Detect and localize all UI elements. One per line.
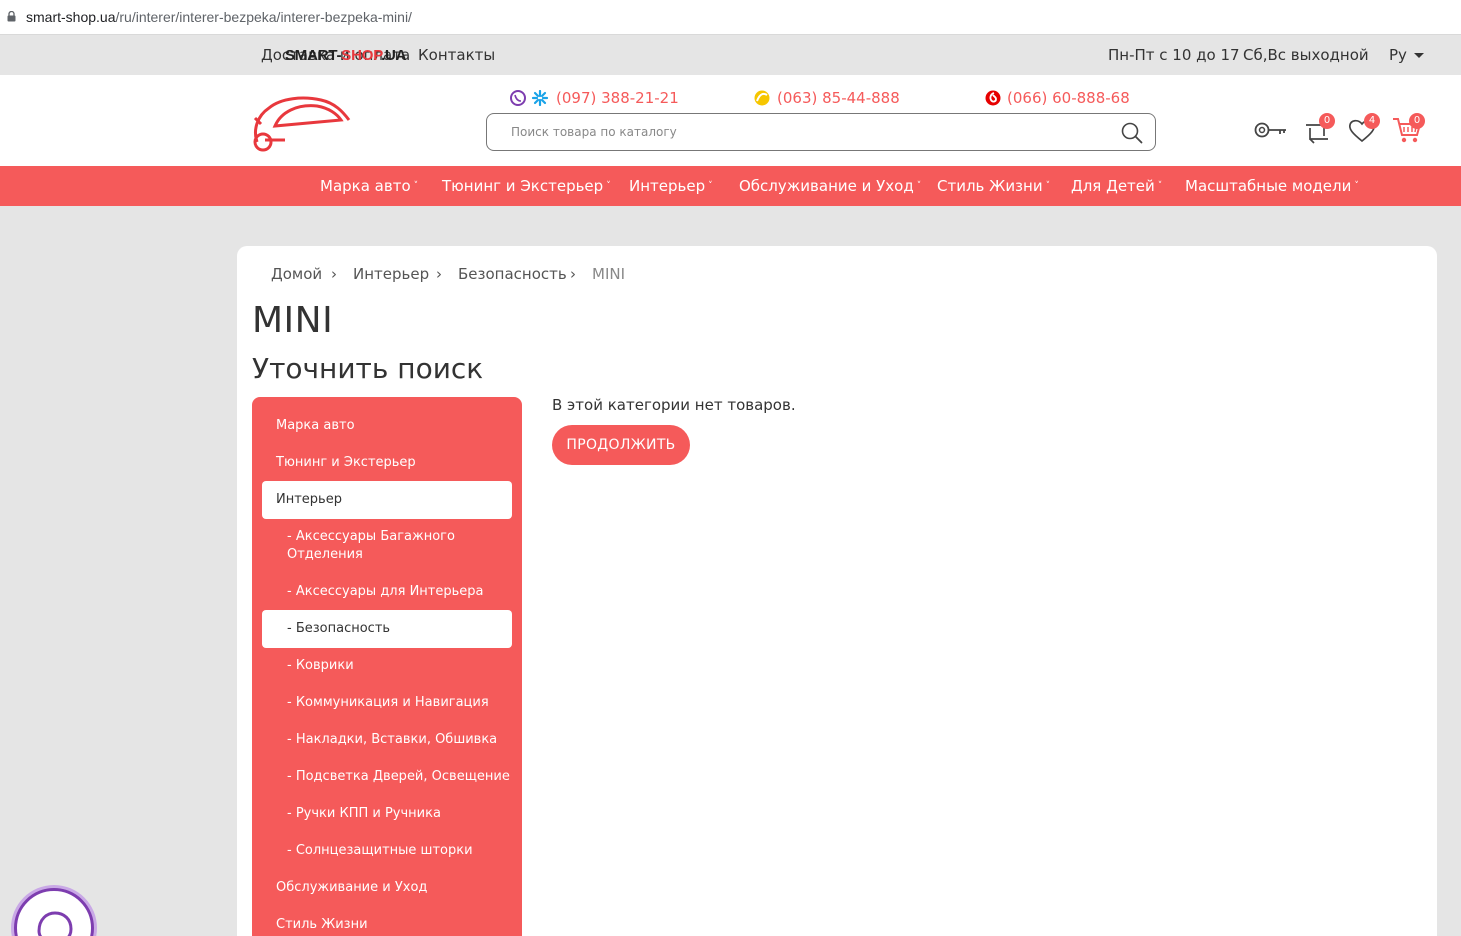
sidebar-item-safety[interactable]: - Безопасность: [262, 610, 512, 648]
breadcrumb-separator: ›: [331, 265, 337, 283]
contacts-link[interactable]: Контакты: [418, 46, 495, 64]
sidebar-item-interior[interactable]: Интерьер: [262, 481, 512, 519]
logo-text[interactable]: SMART-SHOP.UA: [285, 47, 407, 64]
nav-item-lifestyle[interactable]: Стиль Жизни ˅: [937, 177, 1050, 195]
nav-item-label: Масштабные модели: [1185, 177, 1352, 195]
nav-item-label: Для Детей: [1071, 177, 1155, 195]
phone-number-1: (097) 388-21-21: [556, 89, 679, 107]
vodafone-icon: [985, 90, 1001, 110]
main-nav: Марка авто ˅ Тюнинг и Экстерьер ˅ Интерьер…: [0, 166, 1461, 206]
url-domain: smart-shop.ua: [26, 9, 116, 25]
phone-vodafone[interactable]: (066) 60-888-68: [985, 89, 1130, 110]
sidebar-item-brand[interactable]: Марка авто: [262, 417, 512, 435]
lock-icon: [7, 11, 16, 22]
chevron-down-icon: ˅: [1045, 181, 1051, 191]
nav-item-kids[interactable]: Для Детей ˅: [1071, 177, 1162, 195]
chevron-down-icon: ˅: [1157, 181, 1163, 191]
wishlist-count-badge: 4: [1364, 113, 1380, 129]
continue-button[interactable]: ПРОДОЛЖИТЬ: [552, 425, 690, 465]
key-login-icon[interactable]: [1254, 120, 1288, 140]
phone-number-3: (066) 60-888-68: [1007, 89, 1130, 107]
chevron-down-icon: ˅: [606, 181, 611, 191]
top-bar: Доставка и оплата Контакты Пн-Пт с 10 до…: [0, 35, 1461, 75]
category-sidebar: Марка авто Тюнинг и Экстерьер Интерьер -…: [252, 397, 522, 936]
sidebar-item-interior-accessories[interactable]: - Аксессуары для Интерьера: [262, 583, 512, 601]
breadcrumb-home[interactable]: Домой: [271, 265, 322, 283]
chevron-down-icon: ˅: [916, 181, 922, 191]
logo-text-smart: SMART-: [285, 47, 342, 64]
compare-count-badge: 0: [1319, 113, 1335, 129]
nav-item-interior[interactable]: Интерьер ˅: [629, 177, 713, 195]
caret-down-icon: [1413, 53, 1424, 58]
breadcrumb-separator: ›: [436, 265, 442, 283]
search-input[interactable]: [487, 114, 1107, 150]
logo-text-shop: SHOP: [341, 47, 382, 64]
phone-kyivstar[interactable]: (097) 388-21-21: [510, 89, 679, 110]
sidebar-item-service[interactable]: Обслуживание и Уход: [262, 879, 512, 897]
phone-lifecell[interactable]: (063) 85-44-888: [753, 89, 900, 110]
sidebar-item-lifestyle[interactable]: Стиль Жизни: [262, 916, 512, 934]
sidebar-item-trunk-accessories[interactable]: - Аксессуары Багажного Отделения: [262, 528, 482, 564]
nav-item-label: Тюнинг и Экстерьер: [442, 177, 604, 195]
nav-item-service[interactable]: Обслуживание и Уход ˅: [739, 177, 921, 195]
language-selector[interactable]: Ру: [1389, 46, 1424, 64]
breadcrumb-separator: ›: [570, 265, 576, 283]
sidebar-item-sunshades[interactable]: - Солнцезащитные шторки: [262, 842, 512, 860]
search-icon[interactable]: [1121, 122, 1143, 144]
refine-search-title: Уточнить поиск: [252, 352, 484, 385]
sidebar-item-navigation[interactable]: - Коммуникация и Навигация: [262, 694, 512, 712]
nav-item-label: Обслуживание и Уход: [739, 177, 914, 195]
empty-category-message: В этой категории нет товаров.: [552, 396, 796, 414]
logo-car-icon[interactable]: [251, 90, 411, 152]
logo-text-ua: .UA: [381, 47, 407, 64]
nav-item-label: Стиль Жизни: [937, 177, 1043, 195]
nav-item-tuning[interactable]: Тюнинг и Экстерьер ˅: [442, 177, 611, 195]
sidebar-item-mats[interactable]: - Коврики: [262, 657, 512, 675]
search-box: [486, 113, 1156, 151]
chevron-down-icon: ˅: [1354, 181, 1359, 191]
browser-url-bar[interactable]: smart-shop.ua/ru/interer/interer-bezpeka…: [0, 0, 1461, 35]
breadcrumb-interior[interactable]: Интерьер: [353, 265, 429, 283]
nav-item-brand[interactable]: Марка авто ˅: [320, 177, 418, 195]
sidebar-item-shift-knobs[interactable]: - Ручки КПП и Ручника: [262, 805, 512, 823]
phone-number-2: (063) 85-44-888: [777, 89, 900, 107]
sidebar-item-trim[interactable]: - Накладки, Вставки, Обшивка: [262, 731, 512, 749]
chevron-down-icon: ˅: [413, 181, 419, 191]
viber-kyivstar-icons: [510, 89, 550, 110]
nav-item-label: Интерьер: [629, 177, 706, 195]
breadcrumb-current: MINI: [592, 265, 626, 283]
hours-weekend: Сб,Вс выходной: [1243, 46, 1369, 64]
page-title: MINI: [252, 300, 334, 341]
url-path: /ru/interer/interer-bezpeka/interer-bezp…: [115, 9, 412, 25]
sidebar-item-tuning[interactable]: Тюнинг и Экстерьер: [262, 454, 512, 472]
lifecell-icon: [753, 90, 771, 110]
hours-weekdays: Пн-Пт с 10 до 17: [1108, 46, 1240, 64]
sidebar-item-lighting[interactable]: - Подсветка Дверей, Освещение: [262, 768, 512, 786]
language-label: Ру: [1389, 46, 1407, 64]
nav-item-label: Марка авто: [320, 177, 411, 195]
nav-item-scale-models[interactable]: Масштабные модели ˅: [1185, 177, 1359, 195]
chevron-down-icon: ˅: [708, 181, 713, 191]
url-text[interactable]: smart-shop.ua/ru/interer/interer-bezpeka…: [26, 9, 412, 25]
breadcrumb-safety[interactable]: Безопасность: [458, 265, 567, 283]
viber-chat-button[interactable]: [14, 888, 94, 936]
viber-icon: [37, 911, 73, 936]
cart-count-badge: 0: [1409, 113, 1425, 129]
